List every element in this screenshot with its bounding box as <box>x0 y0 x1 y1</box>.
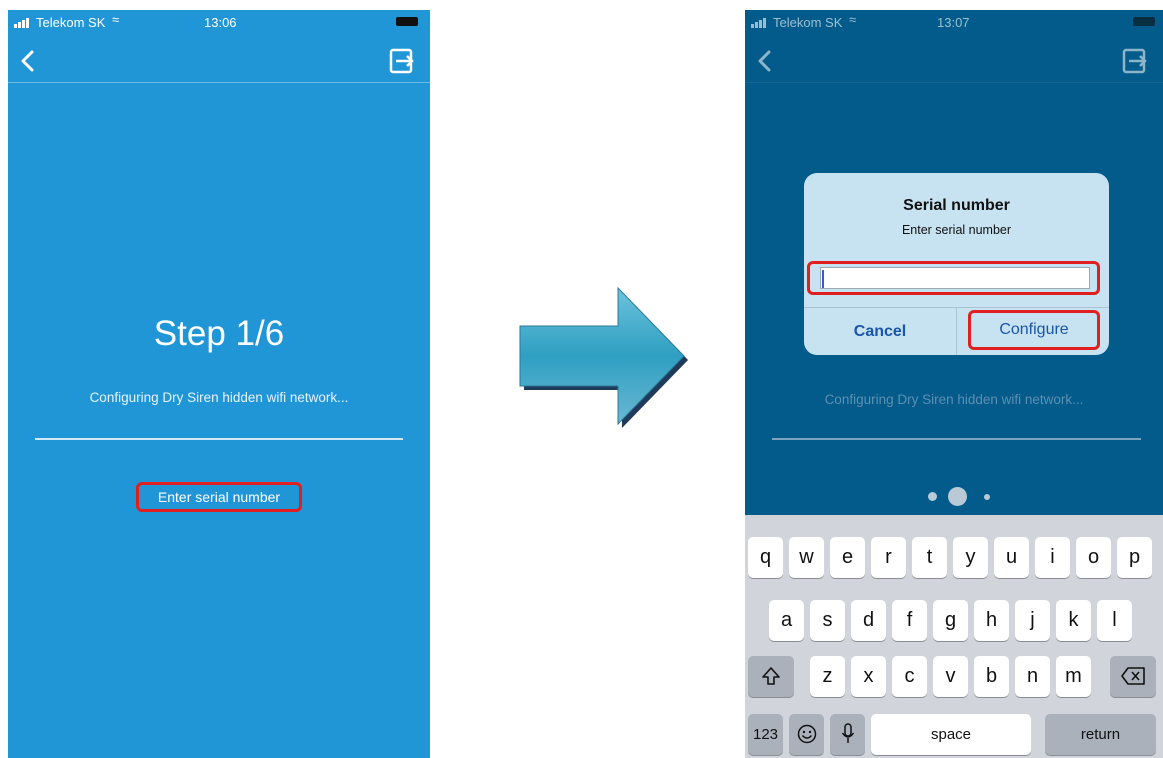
text-caret <box>822 270 824 288</box>
key-b[interactable]: b <box>974 656 1009 697</box>
configuring-status-text: Configuring Dry Siren hidden wifi networ… <box>824 392 1084 407</box>
key-o[interactable]: o <box>1076 537 1111 578</box>
back-chevron-icon[interactable] <box>14 46 44 76</box>
page-dot <box>984 494 990 500</box>
serial-input-highlight <box>807 261 1100 295</box>
page-indicator <box>745 486 1163 508</box>
key-r[interactable]: r <box>871 537 906 578</box>
key-q[interactable]: q <box>748 537 783 578</box>
battery-icon <box>1133 17 1155 26</box>
status-time: 13:06 <box>204 15 237 30</box>
key-j[interactable]: j <box>1015 600 1050 641</box>
serial-number-input[interactable] <box>820 267 1090 289</box>
microphone-icon[interactable] <box>830 714 865 755</box>
battery-icon <box>396 17 418 26</box>
key-f[interactable]: f <box>892 600 927 641</box>
backspace-icon[interactable] <box>1110 656 1156 697</box>
key-t[interactable]: t <box>912 537 947 578</box>
carrier-name: Telekom SK <box>773 15 843 30</box>
exit-icon[interactable] <box>1121 47 1149 75</box>
key-m[interactable]: m <box>1056 656 1091 697</box>
step-title: Step 1/6 <box>153 314 285 353</box>
exit-icon[interactable] <box>388 47 416 75</box>
key-v[interactable]: v <box>933 656 968 697</box>
emoji-icon[interactable] <box>789 714 824 755</box>
key-c[interactable]: c <box>892 656 927 697</box>
carrier-name: Telekom SK <box>36 15 106 30</box>
page-dot <box>928 492 937 501</box>
phone-screen-step1: Telekom SK ≈ 13:06 Step 1/6 Configuring … <box>8 10 430 758</box>
key-u[interactable]: u <box>994 537 1029 578</box>
key-n[interactable]: n <box>1015 656 1050 697</box>
status-bar: Telekom SK ≈ 13:06 <box>8 10 430 40</box>
nav-bar <box>8 40 430 83</box>
key-g[interactable]: g <box>933 600 968 641</box>
signal-icon <box>14 18 34 28</box>
status-bar: Telekom SK ≈ 13:07 <box>745 10 1163 40</box>
dialog-message: Enter serial number <box>901 223 1012 237</box>
key-s[interactable]: s <box>810 600 845 641</box>
key-x[interactable]: x <box>851 656 886 697</box>
configure-button[interactable]: Configure <box>968 310 1100 350</box>
shift-icon[interactable] <box>748 656 794 697</box>
space-key[interactable]: space <box>871 714 1031 755</box>
back-chevron-icon[interactable] <box>751 46 781 76</box>
progress-line <box>35 438 403 440</box>
cancel-button[interactable]: Cancel <box>804 308 956 355</box>
numbers-key[interactable]: 123 <box>748 714 783 755</box>
key-z[interactable]: z <box>810 656 845 697</box>
key-y[interactable]: y <box>953 537 988 578</box>
wifi-icon: ≈ <box>112 12 120 27</box>
return-key[interactable]: return <box>1045 714 1156 755</box>
key-i[interactable]: i <box>1035 537 1070 578</box>
key-e[interactable]: e <box>830 537 865 578</box>
divider <box>956 307 957 355</box>
keyboard: q w e r t y u i o p a s d f g h j k l z … <box>745 515 1163 758</box>
phone-screen-serial-dialog: Telekom SK ≈ 13:07 Configuring Dry Siren… <box>745 10 1163 758</box>
dialog-title: Serial number <box>903 197 1010 214</box>
serial-number-dialog: Serial number Enter serial number Cancel… <box>804 173 1109 355</box>
wifi-icon: ≈ <box>849 12 857 27</box>
progress-line <box>772 438 1141 440</box>
key-p[interactable]: p <box>1117 537 1152 578</box>
enter-serial-number-button[interactable]: Enter serial number <box>136 482 302 512</box>
configuring-status-text: Configuring Dry Siren hidden wifi networ… <box>89 390 349 405</box>
key-a[interactable]: a <box>769 600 804 641</box>
nav-bar <box>745 40 1163 83</box>
key-l[interactable]: l <box>1097 600 1132 641</box>
status-time: 13:07 <box>937 15 970 30</box>
key-w[interactable]: w <box>789 537 824 578</box>
key-h[interactable]: h <box>974 600 1009 641</box>
transition-arrow-icon <box>519 286 688 428</box>
key-k[interactable]: k <box>1056 600 1091 641</box>
signal-icon <box>751 18 771 28</box>
key-d[interactable]: d <box>851 600 886 641</box>
page-dot-active <box>948 487 967 506</box>
